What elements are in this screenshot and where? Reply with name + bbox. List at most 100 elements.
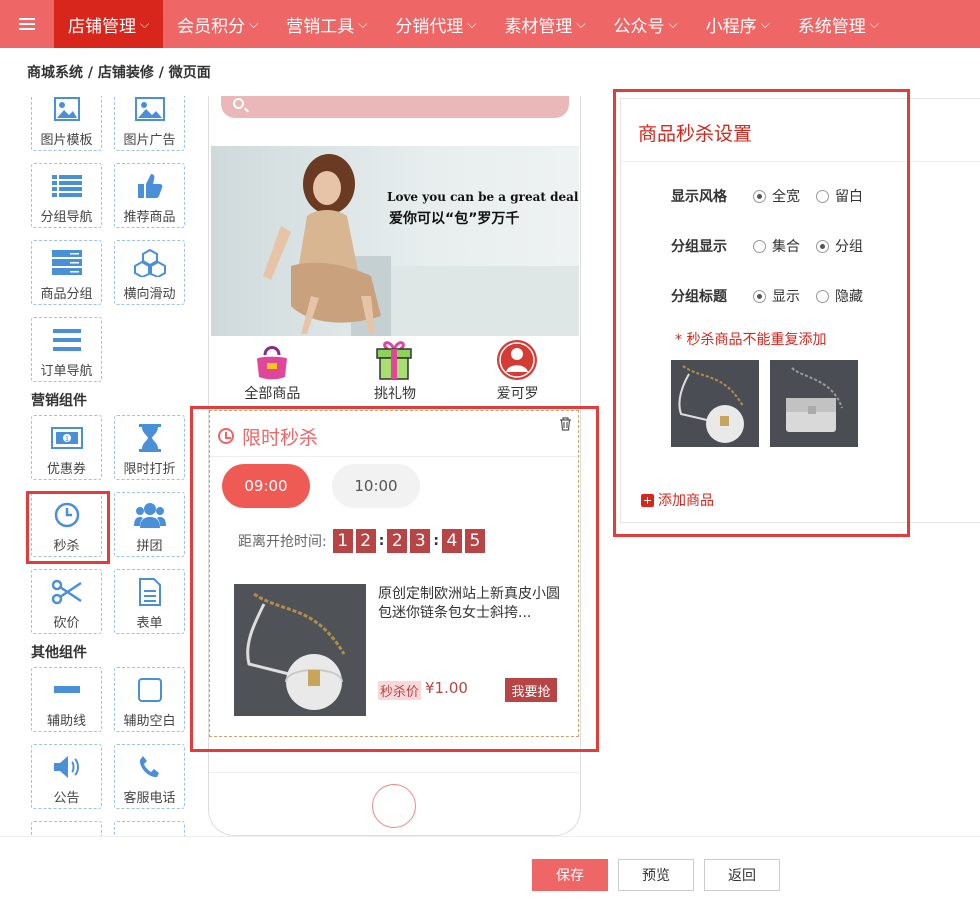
quicknav-label: 挑礼物: [374, 386, 416, 402]
nav-item-marketing[interactable]: 营销工具 ⌵: [272, 0, 381, 48]
component-divider-line[interactable]: 辅助线: [31, 667, 102, 732]
component-form[interactable]: 表单: [114, 569, 185, 634]
avatar-icon: [497, 340, 538, 380]
form-icon: [115, 578, 184, 606]
component-partial-1[interactable]: [31, 821, 102, 836]
blank-square-icon: [115, 676, 184, 704]
home-button[interactable]: [372, 784, 416, 828]
component-label: 图片模板: [40, 133, 93, 148]
nav-item-materials[interactable]: 素材管理 ⌵: [490, 0, 599, 48]
hamburger-icon[interactable]: [0, 0, 54, 48]
nav-label: 公众号: [613, 16, 665, 37]
chevron-down-icon: ⌵: [358, 16, 368, 31]
chevron-down-icon: ⌵: [869, 16, 879, 31]
component-service-phone[interactable]: 客服电话: [114, 744, 185, 809]
coupon-icon: 1: [32, 424, 101, 452]
component-partial-2[interactable]: [114, 821, 185, 836]
back-button[interactable]: 返回: [704, 859, 780, 891]
component-horizontal-scroll[interactable]: 横向滑动: [114, 240, 185, 305]
component-label: 商品分组: [40, 287, 93, 302]
banner-image: [263, 154, 579, 336]
component-label: 拼团: [136, 539, 163, 554]
seckill-highlight: [190, 406, 599, 752]
component-label: 订单导航: [40, 364, 93, 379]
component-label: 辅助线: [46, 714, 86, 729]
chevron-down-icon: ⌵: [467, 16, 477, 31]
nav-item-official-account[interactable]: 公众号 ⌵: [600, 0, 692, 48]
preview-button[interactable]: 预览: [618, 859, 694, 891]
breadcrumb: 商城系统 / 店铺装修 / 微页面: [27, 65, 211, 81]
search-bar[interactable]: [221, 96, 569, 118]
component-label: 限时打折: [123, 462, 176, 477]
image-ad-icon: [115, 96, 184, 123]
nav-item-system[interactable]: 系统管理 ⌵: [784, 0, 893, 48]
component-blank-space[interactable]: 辅助空白: [114, 667, 185, 732]
save-button[interactable]: 保存: [532, 859, 608, 891]
banner-slogan-cn: 爱你可以“包”罗万千: [389, 211, 520, 227]
banner-carousel[interactable]: Love you can be a great deal 爱你可以“包”罗万千: [211, 146, 579, 336]
nav-item-distribution[interactable]: 分销代理 ⌵: [381, 0, 490, 48]
component-label: 砍价: [53, 616, 80, 631]
component-label: 横向滑动: [123, 287, 176, 302]
nav-label: 小程序: [705, 16, 757, 37]
component-image-ad[interactable]: 图片广告: [114, 96, 185, 151]
quicknav-all-products[interactable]: 全部商品: [211, 341, 334, 406]
search-icon: [233, 98, 244, 109]
chevron-down-icon: ⌵: [140, 16, 150, 31]
component-label: 图片广告: [123, 133, 176, 148]
chevron-down-icon: ⌵: [576, 16, 586, 31]
component-coupon[interactable]: 1 优惠券: [31, 415, 102, 480]
divider: [209, 772, 580, 773]
component-label: 辅助空白: [123, 714, 176, 729]
server-icon: [32, 249, 101, 277]
banner-slogan-en: Love you can be a great deal: [387, 190, 579, 204]
quicknav-label: 爱可罗: [496, 386, 539, 402]
group-users-icon: [115, 501, 184, 529]
chevron-down-icon: ⌵: [668, 16, 678, 31]
chevron-down-icon: ⌵: [760, 16, 770, 31]
component-label: 表单: [136, 616, 163, 631]
component-group-buy[interactable]: 拼团: [114, 492, 185, 557]
component-label: 客服电话: [123, 791, 176, 806]
handbag-icon: [257, 346, 287, 380]
quicknav-gifts[interactable]: 挑礼物: [334, 341, 457, 406]
nav-label: 店铺管理: [68, 16, 136, 37]
gift-icon: [375, 341, 412, 380]
component-image-template[interactable]: 图片模板: [31, 96, 102, 151]
nav-label: 系统管理: [797, 16, 866, 37]
group-nav-icon: [32, 172, 101, 200]
component-label: 公告: [53, 791, 80, 806]
chevron-down-icon: ⌵: [249, 16, 259, 31]
list-icon: [32, 326, 101, 354]
hourglass-icon: [115, 424, 184, 452]
image-template-icon: [32, 96, 101, 123]
component-recommended[interactable]: 推荐商品: [114, 163, 185, 228]
quicknav-label: 全部商品: [244, 386, 301, 402]
component-palette: 图片模板 图片广告 分组导航 推荐商品 商品分组 横向滑动 订单导航 营销组件 …: [0, 96, 200, 836]
quicknav-aikeluo[interactable]: 爱可罗: [456, 340, 579, 406]
thumbs-up-icon: [115, 172, 184, 200]
selected-component-highlight: [26, 491, 110, 564]
nav-label: 营销工具: [286, 16, 355, 37]
component-notice[interactable]: 公告: [31, 744, 102, 809]
section-title-marketing: 营销组件: [31, 393, 87, 409]
nav-label: 会员积分: [177, 16, 246, 37]
nav-item-mini-program[interactable]: 小程序 ⌵: [692, 0, 784, 48]
component-order-nav[interactable]: 订单导航: [31, 317, 102, 382]
speaker-icon: [32, 753, 101, 781]
settings-panel-highlight: [613, 89, 910, 537]
svg-text:1: 1: [64, 435, 68, 443]
component-group-nav[interactable]: 分组导航: [31, 163, 102, 228]
top-navigation: 店铺管理 ⌵ 会员积分 ⌵ 营销工具 ⌵ 分销代理 ⌵ 素材管理 ⌵ 公众号 ⌵ 小程序 ⌵ …: [0, 0, 980, 48]
component-bargain[interactable]: 砍价: [31, 569, 102, 634]
scissors-icon: [32, 578, 101, 606]
nav-item-store[interactable]: 店铺管理 ⌵: [54, 0, 164, 48]
nav-item-members[interactable]: 会员积分 ⌵: [163, 0, 272, 48]
nav-label: 素材管理: [504, 16, 573, 37]
component-product-group[interactable]: 商品分组: [31, 240, 102, 305]
nav-label: 分销代理: [395, 16, 464, 37]
component-limited-discount[interactable]: 限时打折: [114, 415, 185, 480]
component-label: 优惠券: [46, 462, 86, 477]
quick-nav: 全部商品 挑礼物 爱可罗: [211, 340, 579, 406]
divider-line-icon: [32, 676, 101, 704]
